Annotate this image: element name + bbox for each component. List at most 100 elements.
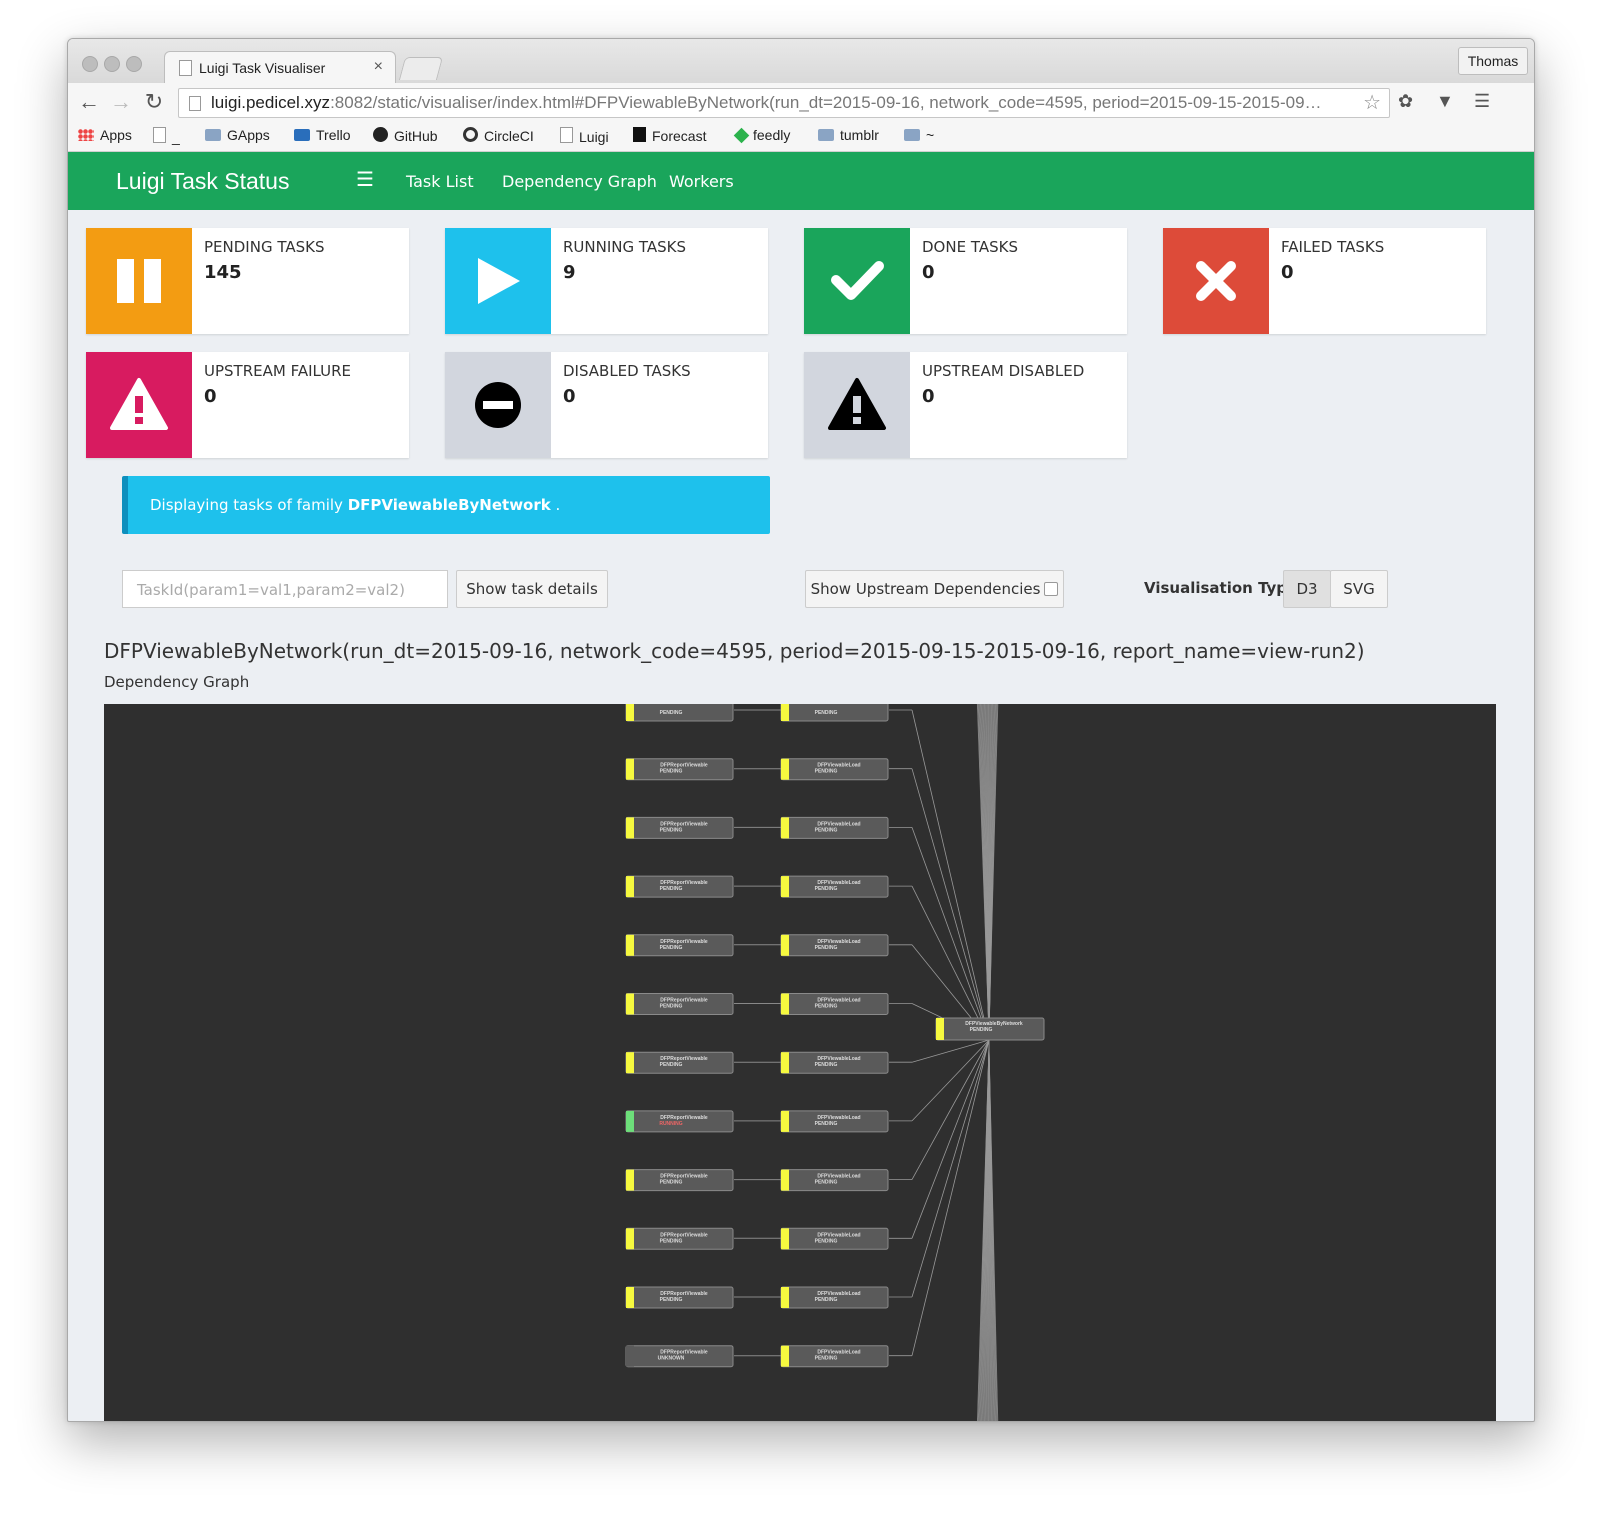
- task-status-marker: [626, 993, 634, 1015]
- status-box[interactable]: DONE TASKS 0: [804, 228, 1127, 334]
- bookmark-item[interactable]: Luigi: [560, 127, 609, 145]
- task-status: PENDING: [815, 1180, 838, 1186]
- task-status-marker: [626, 704, 634, 721]
- page-icon: [153, 127, 166, 143]
- warning-icon: [804, 352, 910, 458]
- task-status-marker: [781, 1228, 789, 1250]
- zoom-window-button[interactable]: [126, 56, 142, 72]
- task-status-marker: [626, 1287, 634, 1308]
- task-status: PENDING: [815, 1297, 838, 1303]
- profile-button[interactable]: Thomas: [1458, 47, 1528, 75]
- menu-icon[interactable]: ☰: [1474, 91, 1490, 112]
- task-status: PENDING: [660, 827, 683, 833]
- app-navbar: Luigi Task Status ☰ Task List Dependency…: [68, 152, 1534, 210]
- bookmark-item[interactable]: CircleCI: [463, 127, 534, 144]
- bookmark-item[interactable]: Trello: [294, 127, 351, 143]
- task-status: RUNNING: [659, 1121, 682, 1127]
- forward-icon[interactable]: →: [108, 89, 134, 115]
- sidebar-toggle-icon[interactable]: ☰: [356, 167, 374, 192]
- show-task-details-button[interactable]: Show task details: [456, 570, 608, 608]
- status-box[interactable]: UPSTREAM DISABLED 0: [804, 352, 1127, 458]
- task-status: PENDING: [815, 827, 838, 833]
- vis-type-label: Visualisation Type: [1144, 579, 1298, 597]
- status-box[interactable]: DISABLED TASKS 0: [445, 352, 768, 458]
- status-count: 0: [922, 262, 935, 283]
- bookmark-item[interactable]: ~: [904, 127, 934, 143]
- bookmark-item[interactable]: Forecast: [633, 127, 706, 144]
- bookmark-item[interactable]: tumblr: [818, 127, 879, 143]
- status-count: 0: [204, 386, 217, 407]
- browser-tab[interactable]: Luigi Task Visualiser ×: [164, 51, 396, 84]
- nav-task-list[interactable]: Task List: [406, 172, 474, 191]
- x-icon: [1163, 228, 1269, 334]
- status-label: UPSTREAM FAILURE: [204, 362, 352, 380]
- status-box[interactable]: PENDING TASKS 145: [86, 228, 409, 334]
- show-upstream-button[interactable]: Show Upstream Dependencies: [805, 570, 1064, 608]
- reload-icon[interactable]: ↻: [141, 89, 167, 115]
- task-status-marker: [936, 1018, 944, 1040]
- minimize-window-button[interactable]: [104, 56, 120, 72]
- apps-icon: [78, 129, 94, 141]
- nav-workers[interactable]: Workers: [669, 172, 734, 191]
- task-status-marker: [781, 993, 789, 1015]
- status-label: DISABLED TASKS: [563, 362, 691, 380]
- brand-title[interactable]: Luigi Task Status: [116, 168, 289, 195]
- bookmark-label: Apps: [100, 127, 132, 143]
- family-callout: Displaying tasks of family DFPViewableBy…: [122, 476, 770, 534]
- task-status-marker: [626, 1052, 634, 1074]
- vis-svg-button[interactable]: SVG: [1330, 570, 1388, 608]
- status-count: 0: [563, 386, 576, 407]
- bookmark-label: feedly: [753, 127, 791, 143]
- task-status: PENDING: [660, 1180, 683, 1186]
- status-label: PENDING TASKS: [204, 238, 325, 256]
- tab-close-icon[interactable]: ×: [374, 58, 383, 76]
- pause-icon: [86, 228, 192, 334]
- task-status: PENDING: [660, 710, 683, 716]
- task-status-marker: [626, 1110, 634, 1132]
- upstream-checkbox[interactable]: [1044, 582, 1059, 596]
- bookmarks-bar: Apps _ GApps Trello GitHub CircleCI Luigi Forec…: [68, 123, 1534, 152]
- task-status-marker: [626, 817, 634, 839]
- task-status: PENDING: [815, 1356, 838, 1362]
- address-bar[interactable]: luigi.pedicel.xyz:8082/static/visualiser…: [178, 88, 1390, 118]
- close-window-button[interactable]: [82, 56, 98, 72]
- task-status: PENDING: [815, 710, 838, 716]
- bookmark-item[interactable]: _: [153, 127, 180, 145]
- back-icon[interactable]: ←: [76, 89, 102, 115]
- evernote-icon[interactable]: ✿: [1398, 91, 1413, 112]
- task-status-marker: [781, 1052, 789, 1074]
- vis-d3-button[interactable]: D3: [1283, 570, 1331, 608]
- status-label: UPSTREAM DISABLED: [922, 362, 1085, 380]
- bookmark-star-icon[interactable]: ☆: [1363, 90, 1381, 115]
- task-status-marker: [781, 758, 789, 780]
- page-icon: [179, 60, 192, 76]
- status-count: 145: [204, 262, 242, 283]
- warning-icon: [86, 352, 192, 458]
- new-tab-button[interactable]: [398, 57, 444, 80]
- task-status-marker: [781, 934, 789, 956]
- check-icon: [804, 228, 910, 334]
- task-status-marker: [626, 1228, 634, 1250]
- task-status: UNKNOWN: [658, 1356, 685, 1362]
- task-status-marker: [626, 758, 634, 780]
- tab-strip: Luigi Task Visualiser × Thomas: [68, 39, 1534, 84]
- status-box[interactable]: UPSTREAM FAILURE 0: [86, 352, 409, 458]
- status-label: RUNNING TASKS: [563, 238, 687, 256]
- url-text[interactable]: luigi.pedicel.xyz:8082/static/visualiser…: [211, 93, 1351, 113]
- dependency-graph[interactable]: PENDING PENDING DFPReportViewable PENDING DF…: [104, 704, 1496, 1421]
- nav-dependency-graph[interactable]: Dependency Graph: [502, 172, 657, 191]
- status-box[interactable]: FAILED TASKS 0: [1163, 228, 1486, 334]
- bookmark-item[interactable]: GitHub: [373, 127, 438, 144]
- bookmark-label: ~: [926, 127, 935, 143]
- bookmark-item[interactable]: GApps: [205, 127, 270, 143]
- dependency-edge: [911, 1039, 990, 1180]
- graph-canvas[interactable]: PENDING PENDINGDFPReportViewablePENDINGDF…: [104, 704, 1496, 1421]
- bookmark-label: Trello: [316, 127, 351, 143]
- task-status-marker: [781, 1345, 789, 1367]
- bookmark-item[interactable]: Apps: [78, 127, 132, 143]
- status-box[interactable]: RUNNING TASKS 9: [445, 228, 768, 334]
- github-icon: [373, 127, 388, 142]
- pocket-icon[interactable]: ▼: [1436, 91, 1454, 112]
- bookmark-item[interactable]: feedly: [733, 127, 791, 144]
- task-id-input[interactable]: TaskId(param1=val1,param2=val2): [122, 570, 448, 608]
